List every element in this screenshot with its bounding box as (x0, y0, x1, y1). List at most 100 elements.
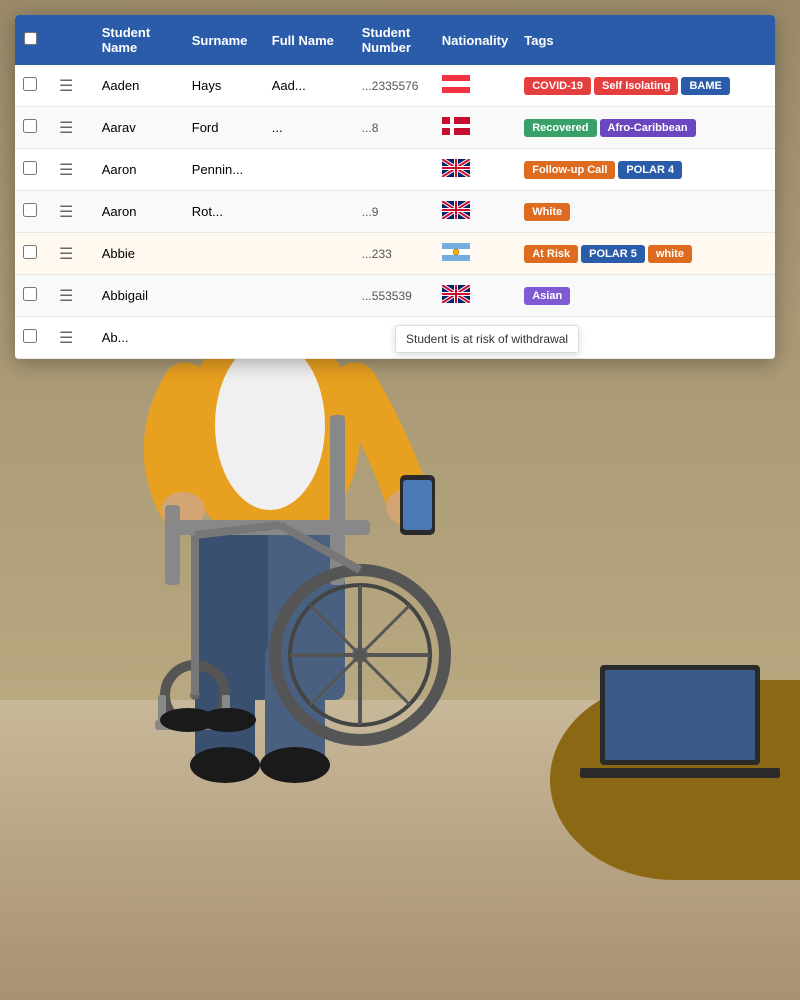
row-surname: Hays (184, 65, 264, 107)
row-checkbox-cell (15, 233, 45, 275)
row-menu-cell: ☰ (45, 233, 94, 275)
row-nationality-flag (434, 65, 516, 107)
row-full-name (264, 233, 354, 275)
tag-recovered[interactable]: Recovered (524, 119, 596, 137)
header-menu-col (45, 15, 94, 65)
tag-white[interactable]: White (524, 203, 570, 221)
row-first-name: Aaron (94, 149, 184, 191)
row-checkbox-cell (15, 275, 45, 317)
student-table: Student Name Surname Full Name Student N… (15, 15, 775, 359)
row-tags: At RiskPOLAR 5white (516, 233, 775, 275)
row-full-name (264, 275, 354, 317)
table-row: ☰ Aaron Pennin... Follow-up CallPOLAR 4 (15, 149, 775, 191)
row-checkbox-cell (15, 65, 45, 107)
row-nationality-flag (434, 149, 516, 191)
row-checkbox-cell (15, 149, 45, 191)
row-first-name: Abbie (94, 233, 184, 275)
row-checkbox[interactable] (23, 245, 37, 259)
row-first-name: Aaden (94, 65, 184, 107)
row-first-name: Aaron (94, 191, 184, 233)
row-first-name: Aarav (94, 107, 184, 149)
header-tags: Tags (516, 15, 775, 65)
row-menu-icon[interactable]: ☰ (53, 202, 79, 223)
row-menu-cell: ☰ (45, 107, 94, 149)
row-full-name: Aad... (264, 65, 354, 107)
row-surname (184, 233, 264, 275)
row-menu-icon[interactable]: ☰ (53, 118, 79, 139)
table-row: ☰ Aaden Hays Aad... ...2335576 COVID-19S… (15, 65, 775, 107)
laptop (580, 660, 780, 800)
tag-at-risk[interactable]: At Risk (524, 245, 578, 263)
header-full-name: Full Name (264, 15, 354, 65)
row-checkbox[interactable] (23, 329, 37, 343)
row-surname: Ford (184, 107, 264, 149)
tag-bame[interactable]: BAME (681, 77, 729, 95)
row-menu-cell: ☰ (45, 317, 94, 359)
row-menu-icon[interactable]: ☰ (53, 286, 79, 307)
row-surname (184, 275, 264, 317)
table-body: ☰ Aaden Hays Aad... ...2335576 COVID-19S… (15, 65, 775, 359)
row-checkbox[interactable] (23, 203, 37, 217)
row-student-number: ...9 (354, 191, 434, 233)
row-menu-cell: ☰ (45, 149, 94, 191)
row-student-number: ...8 (354, 107, 434, 149)
row-checkbox-cell (15, 107, 45, 149)
tag-self-isolating[interactable]: Self Isolating (594, 77, 678, 95)
row-tags: Asian (516, 275, 775, 317)
tag-polar-4[interactable]: POLAR 4 (618, 161, 682, 179)
row-full-name: ... (264, 107, 354, 149)
header-checkbox-col (15, 15, 45, 65)
table-row: ☰ Aaron Rot... ...9 White (15, 191, 775, 233)
row-tags: White (516, 191, 775, 233)
row-nationality-flag (434, 233, 516, 275)
row-menu-cell: ☰ (45, 275, 94, 317)
row-checkbox-cell (15, 317, 45, 359)
tag-covid-19[interactable]: COVID-19 (524, 77, 591, 95)
row-menu-cell: ☰ (45, 191, 94, 233)
table-row: ☰ Abbie ...233 At RiskPOLAR 5white (15, 233, 775, 275)
header-surname: Surname (184, 15, 264, 65)
table-row: ☰ Aarav Ford ... ...8 RecoveredAfro-Cari… (15, 107, 775, 149)
row-nationality-flag (434, 275, 516, 317)
row-student-number: ...553539 (354, 275, 434, 317)
row-menu-icon[interactable]: ☰ (53, 76, 79, 97)
row-tags: RecoveredAfro-Caribbean (516, 107, 775, 149)
row-menu-icon[interactable]: ☰ (53, 160, 79, 181)
tag-afro-caribbean[interactable]: Afro-Caribbean (600, 119, 696, 137)
row-surname (184, 317, 264, 359)
row-student-number: ...233 (354, 233, 434, 275)
row-menu-icon[interactable]: ☰ (53, 244, 79, 265)
table-row: ☰ Abbigail ...553539 Asian (15, 275, 775, 317)
row-student-number: ...2335576 (354, 65, 434, 107)
row-checkbox-cell (15, 191, 45, 233)
row-menu-icon[interactable]: ☰ (53, 328, 79, 349)
tag-white[interactable]: white (648, 245, 692, 263)
header-student-name: Student Name (94, 15, 184, 65)
header-nationality: Nationality (434, 15, 516, 65)
at-risk-tooltip: Student is at risk of withdrawal (395, 325, 579, 353)
row-surname: Pennin... (184, 149, 264, 191)
row-nationality-flag (434, 107, 516, 149)
header-student-number: Student Number (354, 15, 434, 65)
row-full-name (264, 317, 354, 359)
row-checkbox[interactable] (23, 119, 37, 133)
table-header: Student Name Surname Full Name Student N… (15, 15, 775, 65)
tag-polar-5[interactable]: POLAR 5 (581, 245, 645, 263)
row-full-name (264, 191, 354, 233)
row-full-name (264, 149, 354, 191)
row-tags: COVID-19Self IsolatingBAME (516, 65, 775, 107)
row-student-number (354, 149, 434, 191)
row-surname: Rot... (184, 191, 264, 233)
row-nationality-flag (434, 191, 516, 233)
tag-follow-up-call[interactable]: Follow-up Call (524, 161, 615, 179)
tag-asian[interactable]: Asian (524, 287, 570, 305)
row-menu-cell: ☰ (45, 65, 94, 107)
row-first-name: Ab... (94, 317, 184, 359)
tooltip-text: Student is at risk of withdrawal (406, 332, 568, 346)
select-all-checkbox[interactable] (24, 32, 37, 45)
row-checkbox[interactable] (23, 161, 37, 175)
row-checkbox[interactable] (23, 77, 37, 91)
row-checkbox[interactable] (23, 287, 37, 301)
row-tags: Follow-up CallPOLAR 4 (516, 149, 775, 191)
row-first-name: Abbigail (94, 275, 184, 317)
